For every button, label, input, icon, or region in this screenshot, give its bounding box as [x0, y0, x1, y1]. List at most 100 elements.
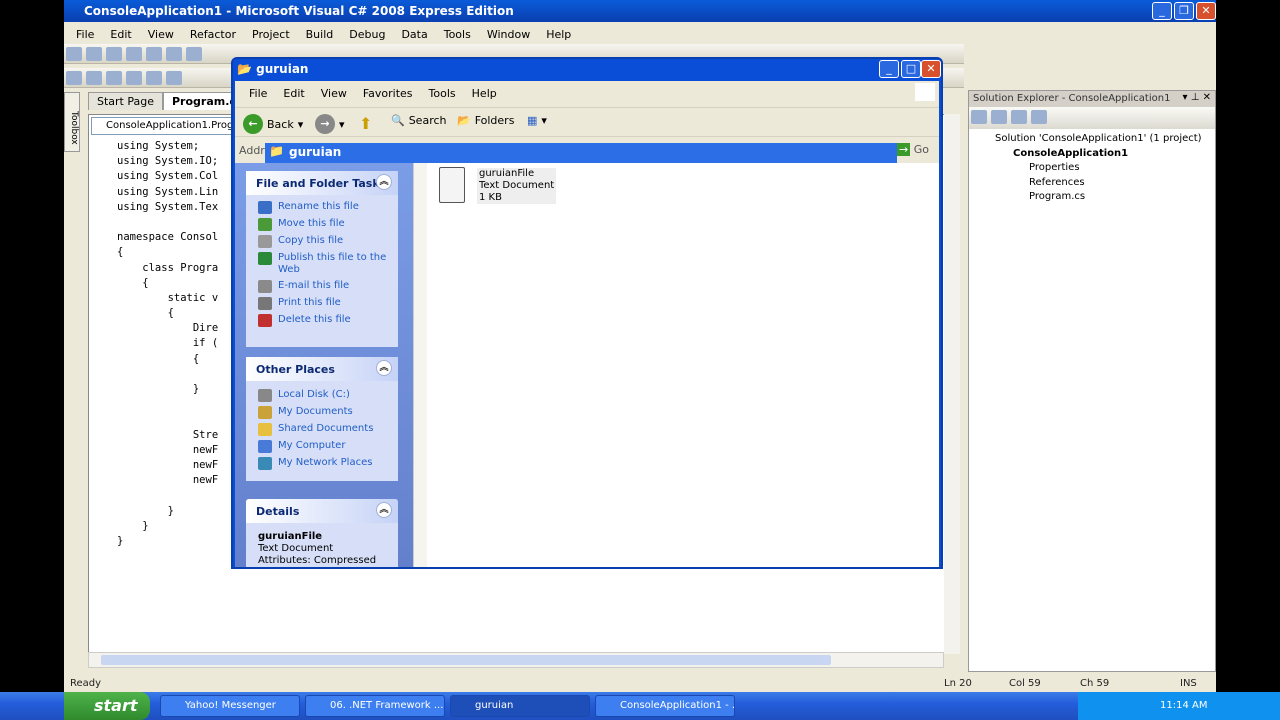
cut-icon[interactable] — [166, 47, 182, 61]
start-button[interactable]: start — [64, 692, 150, 720]
menu-help[interactable]: Help — [538, 28, 579, 41]
menu-build[interactable]: Build — [298, 28, 342, 41]
file-task-item[interactable]: E-mail this file — [246, 278, 398, 295]
tree-item-properties[interactable]: Properties — [977, 162, 1202, 177]
tree-item-references[interactable]: References — [977, 177, 1202, 192]
search-button[interactable]: 🔍 Search — [391, 114, 447, 127]
other-place-item[interactable]: My Computer — [246, 438, 398, 455]
task-icon — [258, 218, 272, 231]
menu-tools[interactable]: Tools — [436, 28, 479, 41]
toolbar-icon[interactable] — [66, 71, 82, 85]
taskbar-net-framework[interactable]: 06. .NET Framework ... — [305, 695, 445, 717]
file-task-item[interactable]: Move this file — [246, 216, 398, 233]
editor-horizontal-scrollbar[interactable] — [88, 652, 944, 668]
go-button[interactable]: → Go — [897, 143, 929, 156]
scroll-thumb[interactable] — [101, 655, 831, 665]
solution-explorer-title: Solution Explorer - ConsoleApplication1 — [969, 91, 1215, 107]
menu-project[interactable]: Project — [244, 28, 298, 41]
menu-view[interactable]: View — [140, 28, 182, 41]
up-folder-icon: ⬆ — [359, 114, 373, 133]
toolbar-icon[interactable] — [86, 71, 102, 85]
taskbar-console-application[interactable]: ConsoleApplication1 - ... — [595, 695, 735, 717]
copy-icon[interactable] — [186, 47, 202, 61]
file-item[interactable]: guruianFile Text Document 1 KB — [477, 168, 557, 204]
open-icon[interactable] — [106, 47, 122, 61]
views-button[interactable]: ▦ ▾ — [527, 114, 547, 127]
indent-icon[interactable] — [146, 71, 162, 85]
toolbar-icon[interactable] — [126, 71, 142, 85]
task-pane-scrollbar[interactable] — [413, 163, 427, 567]
task-icon — [258, 297, 272, 310]
file-task-item[interactable]: Publish this file to the Web — [246, 250, 398, 278]
close-button[interactable]: ✕ — [1196, 2, 1216, 20]
show-all-files-icon[interactable] — [991, 110, 1007, 124]
save-icon[interactable] — [126, 47, 142, 61]
panel-header[interactable]: File and Folder Tasks ︽ — [246, 171, 398, 195]
folders-button[interactable]: 📂 Folders — [457, 114, 514, 127]
file-task-item[interactable]: Rename this file — [246, 199, 398, 216]
collapse-icon[interactable]: ︽ — [376, 502, 392, 518]
outdent-icon[interactable] — [166, 71, 182, 85]
menu-file[interactable]: File — [68, 28, 102, 41]
back-button[interactable]: ← Back ▾ — [243, 114, 303, 134]
view-code-icon[interactable] — [1031, 110, 1047, 124]
add-item-icon[interactable] — [86, 47, 102, 61]
editor-vertical-scrollbar[interactable] — [944, 114, 960, 654]
menu-edit[interactable]: Edit — [275, 87, 312, 100]
panel-header[interactable]: Other Places ︽ — [246, 357, 398, 381]
properties-icon[interactable] — [971, 110, 987, 124]
up-folder-button[interactable]: ⬆ — [359, 114, 372, 133]
file-list: guruianFile Text Document 1 KB — [427, 163, 939, 567]
menu-file[interactable]: File — [241, 87, 275, 100]
menu-window[interactable]: Window — [479, 28, 538, 41]
menu-refactor[interactable]: Refactor — [182, 28, 244, 41]
menu-help[interactable]: Help — [464, 87, 505, 100]
explorer-menu-bar: File Edit View Favorites Tools Help — [241, 87, 505, 100]
explorer-minimize-button[interactable]: _ — [879, 60, 899, 78]
minimize-button[interactable]: _ — [1152, 2, 1172, 20]
text-document-icon[interactable] — [439, 167, 465, 203]
taskbar-yahoo-messenger[interactable]: Yahoo! Messenger — [160, 695, 300, 717]
other-place-item[interactable]: Shared Documents — [246, 421, 398, 438]
menu-favorites[interactable]: Favorites — [355, 87, 421, 100]
code-line: using System.Tex — [117, 200, 219, 213]
collapse-icon[interactable]: ︽ — [376, 360, 392, 376]
menu-tools[interactable]: Tools — [421, 87, 464, 100]
file-task-item[interactable]: Print this file — [246, 295, 398, 312]
task-label: Rename this file — [278, 201, 359, 212]
class-navigation-dropdown[interactable]: ConsoleApplication1.Program — [91, 117, 253, 135]
other-place-item[interactable]: My Documents — [246, 404, 398, 421]
refresh-icon[interactable] — [1011, 110, 1027, 124]
code-line: Dire — [117, 322, 219, 335]
clock[interactable]: 11:14 AM — [1160, 700, 1207, 711]
save-all-icon[interactable] — [146, 47, 162, 61]
panel-header[interactable]: Details ︽ — [246, 499, 398, 523]
tree-item-program-cs[interactable]: Program.cs — [977, 191, 1202, 206]
pin-close-icons[interactable]: ▾ ⊥ ✕ — [1183, 92, 1211, 103]
file-task-item[interactable]: Delete this file — [246, 312, 398, 329]
toolbox-tab[interactable]: Toolbox — [64, 92, 80, 152]
other-place-item[interactable]: My Network Places — [246, 455, 398, 472]
file-name: guruianFile — [479, 168, 535, 179]
explorer-maximize-button[interactable]: □ — [901, 60, 921, 78]
maximize-button[interactable]: ❐ — [1174, 2, 1194, 20]
menu-edit[interactable]: Edit — [102, 28, 139, 41]
code-text[interactable]: using System; using System.IO; using Syste… — [117, 139, 218, 549]
taskbar-guruian[interactable]: guruian — [450, 695, 590, 717]
toolbar-icon[interactable] — [106, 71, 122, 85]
menu-view[interactable]: View — [313, 87, 355, 100]
tree-item-project[interactable]: ConsoleApplication1 — [977, 148, 1202, 163]
tree-item-solution[interactable]: Solution 'ConsoleApplication1' (1 projec… — [977, 133, 1202, 148]
other-place-item[interactable]: Local Disk (C:) — [246, 387, 398, 404]
menu-data[interactable]: Data — [393, 28, 435, 41]
tab-start-page[interactable]: Start Page — [88, 92, 163, 110]
collapse-icon[interactable]: ︽ — [376, 174, 392, 190]
menu-debug[interactable]: Debug — [341, 28, 393, 41]
address-dropdown-selected[interactable]: 📁 guruian — [265, 143, 897, 163]
search-icon: 🔍 — [391, 114, 405, 127]
forward-button[interactable]: → ▾ — [315, 114, 345, 134]
code-line: { — [117, 246, 124, 259]
explorer-close-button[interactable]: ✕ — [921, 60, 941, 78]
file-task-item[interactable]: Copy this file — [246, 233, 398, 250]
new-project-icon[interactable] — [66, 47, 82, 61]
